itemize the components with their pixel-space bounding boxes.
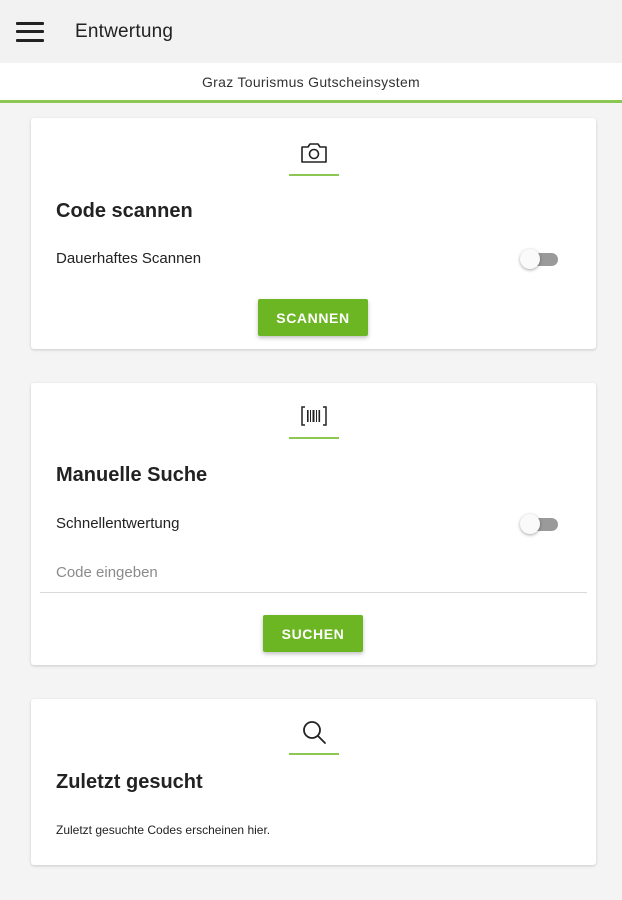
subheader-bar: Graz Tourismus Gutscheinsystem: [0, 63, 622, 103]
icon-underline: [288, 437, 339, 439]
toggle-thumb: [520, 249, 540, 269]
continuous-scan-toggle[interactable]: [520, 249, 558, 269]
code-input[interactable]: [40, 553, 587, 593]
continuous-scan-label: Dauerhaftes Scannen: [56, 250, 202, 267]
icon-underline: [288, 174, 339, 176]
manual-search-card: Manuelle Suche Schnellentwertung SUCHEN: [31, 383, 596, 665]
manual-search-title: Manuelle Suche: [56, 464, 208, 486]
scan-card: Code scannen Dauerhaftes Scannen SCANNEN: [31, 118, 596, 349]
icon-underline: [288, 753, 339, 755]
scan-button[interactable]: SCANNEN: [258, 299, 368, 336]
app-bar: Entwertung: [0, 0, 622, 63]
recent-searches-hint: Zuletzt gesuchte Codes erscheinen hier.: [56, 823, 271, 837]
search-icon: [299, 717, 329, 747]
recent-searches-card: Zuletzt gesucht Zuletzt gesuchte Codes e…: [31, 699, 596, 865]
quick-validation-toggle[interactable]: [520, 514, 558, 534]
hamburger-menu-icon[interactable]: [16, 21, 44, 42]
subheader-text: Graz Tourismus Gutscheinsystem: [201, 73, 421, 90]
camera-icon: [299, 138, 329, 168]
quick-validation-label: Schnellentwertung: [56, 515, 180, 532]
page-title: Entwertung: [75, 20, 174, 42]
toggle-thumb: [520, 514, 540, 534]
recent-searches-title: Zuletzt gesucht: [56, 771, 203, 793]
search-button[interactable]: SUCHEN: [263, 615, 363, 652]
barcode-icon: [299, 401, 329, 431]
scan-card-title: Code scannen: [56, 200, 193, 222]
